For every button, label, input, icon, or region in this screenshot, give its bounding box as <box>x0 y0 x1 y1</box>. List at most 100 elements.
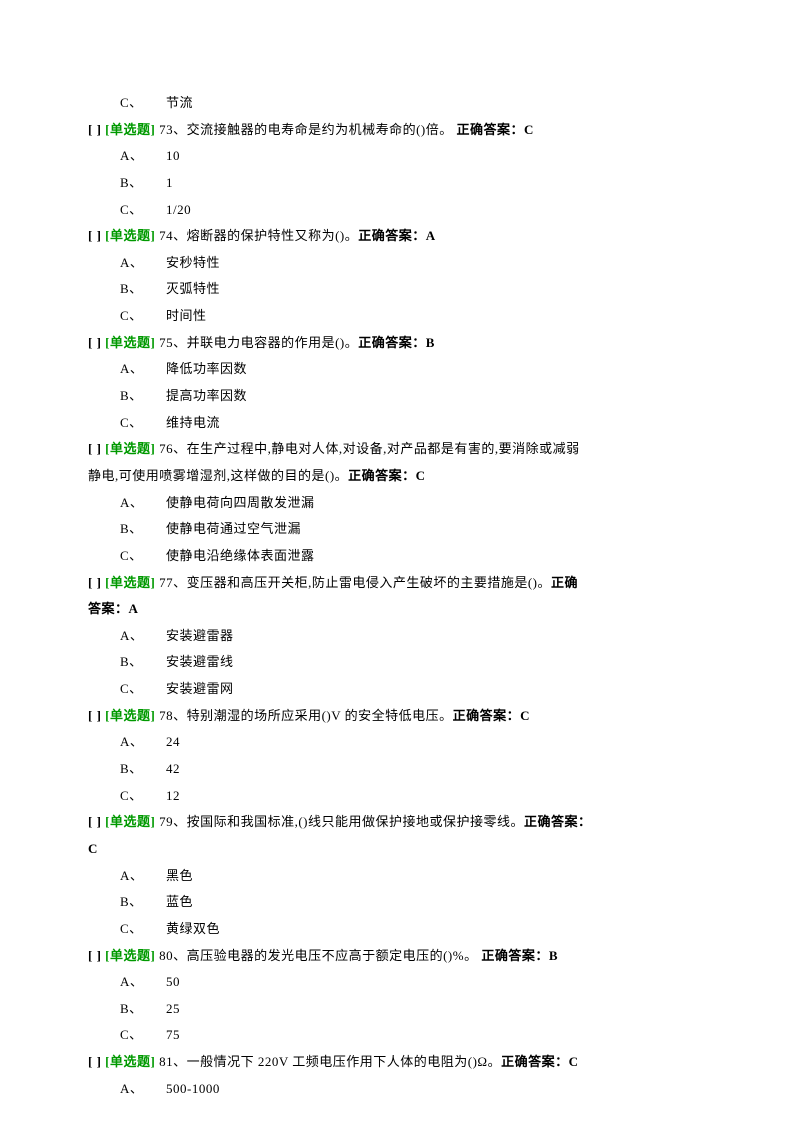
question-type-tag: [单选题] <box>105 814 155 829</box>
option-line: A、24 <box>88 729 716 756</box>
bracket: [ ] <box>88 122 105 137</box>
question-document: C、节流[ ] [单选题] 73、交流接触器的电寿命是约为机械寿命的()倍。 正… <box>88 90 716 1102</box>
correct-answer: 正确答案：B <box>481 948 558 963</box>
option-letter: B、 <box>120 170 166 197</box>
option-letter: A、 <box>120 250 166 277</box>
option-text: 提高功率因数 <box>166 388 247 403</box>
answer-continuation: C <box>88 836 716 863</box>
option-letter: A、 <box>120 863 166 890</box>
question-text: 75、并联电力电容器的作用是()。 <box>159 335 358 350</box>
option-letter: B、 <box>120 276 166 303</box>
option-letter: C、 <box>120 783 166 810</box>
option-line: A、黑色 <box>88 863 716 890</box>
bracket: [ ] <box>88 1054 105 1069</box>
option-letter: A、 <box>120 1076 166 1103</box>
option-text: 42 <box>166 761 180 776</box>
option-letter: B、 <box>120 383 166 410</box>
option-line: C、1/20 <box>88 197 716 224</box>
option-line: C、节流 <box>88 90 716 117</box>
option-letter: A、 <box>120 729 166 756</box>
option-line: B、安装避雷线 <box>88 649 716 676</box>
question-type-tag: [单选题] <box>105 708 155 723</box>
option-line: A、安装避雷器 <box>88 623 716 650</box>
option-text: 10 <box>166 148 180 163</box>
option-letter: C、 <box>120 676 166 703</box>
option-line: B、25 <box>88 996 716 1023</box>
question-text: 77、变压器和高压开关柜,防止雷电侵入产生破坏的主要措施是()。 <box>159 575 551 590</box>
bracket: [ ] <box>88 228 105 243</box>
option-text: 灭弧特性 <box>166 281 220 296</box>
option-line: B、42 <box>88 756 716 783</box>
question-line: [ ] [单选题] 80、高压验电器的发光电压不应高于额定电压的()%。 正确答… <box>88 943 716 970</box>
question-type-tag: [单选题] <box>105 575 155 590</box>
correct-answer: 正确答案：C <box>453 708 530 723</box>
correct-answer: 正确答案：C <box>348 468 425 483</box>
option-line: C、75 <box>88 1022 716 1049</box>
option-text: 节流 <box>166 95 193 110</box>
question-line: [ ] [单选题] 74、熔断器的保护特性又称为()。正确答案：A <box>88 223 716 250</box>
option-text: 500-1000 <box>166 1081 220 1096</box>
bracket: [ ] <box>88 814 105 829</box>
option-line: B、提高功率因数 <box>88 383 716 410</box>
option-line: A、10 <box>88 143 716 170</box>
option-line: A、安秒特性 <box>88 250 716 277</box>
option-text: 12 <box>166 788 180 803</box>
option-letter: C、 <box>120 543 166 570</box>
option-letter: A、 <box>120 356 166 383</box>
option-letter: B、 <box>120 516 166 543</box>
question-type-tag: [单选题] <box>105 335 155 350</box>
option-line: C、12 <box>88 783 716 810</box>
option-letter: A、 <box>120 623 166 650</box>
option-letter: B、 <box>120 996 166 1023</box>
option-text: 安装避雷器 <box>166 628 234 643</box>
option-letter: B、 <box>120 889 166 916</box>
question-text: 79、按国际和我国标准,()线只能用做保护接地或保护接零线。 <box>159 814 524 829</box>
question-text: 74、熔断器的保护特性又称为()。 <box>159 228 358 243</box>
correct-answer: 正确答案：B <box>358 335 435 350</box>
option-letter: A、 <box>120 490 166 517</box>
option-text: 黄绿双色 <box>166 921 220 936</box>
option-letter: A、 <box>120 143 166 170</box>
option-text: 使静电荷通过空气泄漏 <box>166 521 301 536</box>
question-type-tag: [单选题] <box>105 948 155 963</box>
option-text: 降低功率因数 <box>166 361 247 376</box>
option-line: A、50 <box>88 969 716 996</box>
correct-answer: 正确答案：C <box>457 122 534 137</box>
question-type-tag: [单选题] <box>105 228 155 243</box>
option-line: C、时间性 <box>88 303 716 330</box>
question-text: 78、特别潮湿的场所应采用()V 的安全特低电压。 <box>159 708 453 723</box>
option-text: 使静电沿绝缘体表面泄露 <box>166 548 315 563</box>
bracket: [ ] <box>88 335 105 350</box>
question-text-cont: 静电,可使用喷雾增湿剂,这样做的目的是()。 <box>88 468 348 483</box>
option-letter: C、 <box>120 90 166 117</box>
question-continuation: 静电,可使用喷雾增湿剂,这样做的目的是()。正确答案：C <box>88 463 716 490</box>
option-text: 1 <box>166 175 173 190</box>
option-letter: A、 <box>120 969 166 996</box>
option-text: 时间性 <box>166 308 207 323</box>
option-line: C、黄绿双色 <box>88 916 716 943</box>
option-letter: B、 <box>120 756 166 783</box>
option-text: 安装避雷线 <box>166 654 234 669</box>
option-line: B、1 <box>88 170 716 197</box>
question-line: [ ] [单选题] 75、并联电力电容器的作用是()。正确答案：B <box>88 330 716 357</box>
question-type-tag: [单选题] <box>105 1054 155 1069</box>
question-line: [ ] [单选题] 77、变压器和高压开关柜,防止雷电侵入产生破坏的主要措施是(… <box>88 570 716 597</box>
correct-answer: 正确答案： <box>524 814 592 829</box>
option-line: C、安装避雷网 <box>88 676 716 703</box>
question-type-tag: [单选题] <box>105 122 155 137</box>
correct-answer: C <box>88 841 98 856</box>
option-text: 安装避雷网 <box>166 681 234 696</box>
option-letter: C、 <box>120 916 166 943</box>
correct-answer: 正确答案：C <box>501 1054 578 1069</box>
option-text: 蓝色 <box>166 894 193 909</box>
option-text: 使静电荷向四周散发泄漏 <box>166 495 315 510</box>
correct-answer: 答案：A <box>88 601 138 616</box>
option-letter: C、 <box>120 1022 166 1049</box>
option-line: B、蓝色 <box>88 889 716 916</box>
question-line: [ ] [单选题] 78、特别潮湿的场所应采用()V 的安全特低电压。正确答案：… <box>88 703 716 730</box>
question-line: [ ] [单选题] 76、在生产过程中,静电对人体,对设备,对产品都是有害的,要… <box>88 436 716 463</box>
option-text: 黑色 <box>166 868 193 883</box>
bracket: [ ] <box>88 948 105 963</box>
option-text: 75 <box>166 1027 180 1042</box>
option-line: C、使静电沿绝缘体表面泄露 <box>88 543 716 570</box>
